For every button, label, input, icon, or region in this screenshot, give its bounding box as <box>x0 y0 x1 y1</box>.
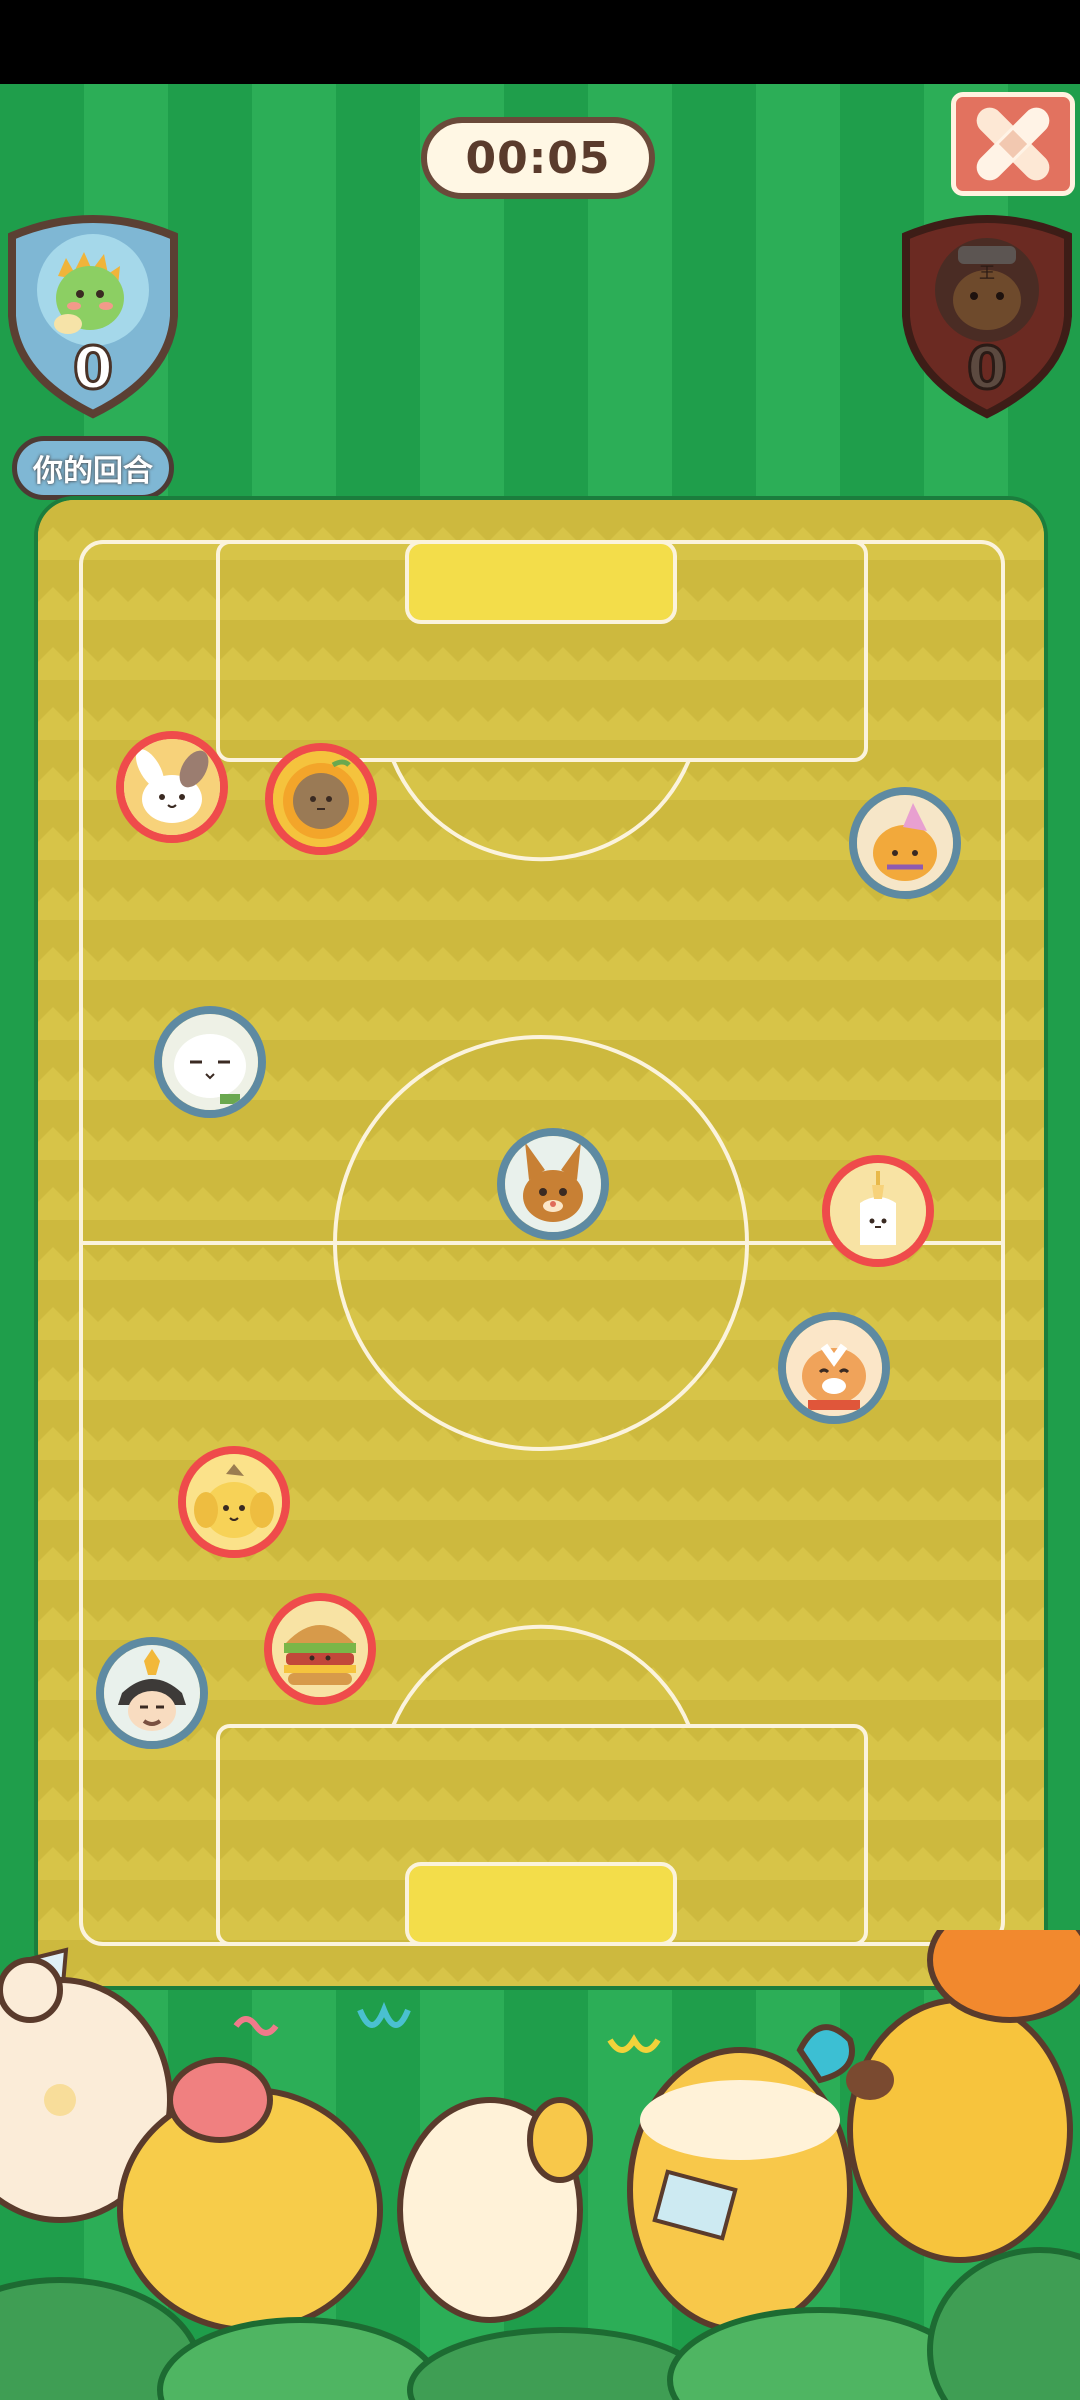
yellow-pup-icon <box>186 1454 282 1550</box>
turn-indicator: 你的回合 <box>12 436 174 500</box>
top-goal <box>405 540 677 624</box>
home-score: 0 <box>71 333 114 404</box>
bunny-jaguar-icon <box>505 1136 601 1232</box>
white-cat-icon <box>162 1014 258 1110</box>
player-token-party-bear[interactable] <box>849 787 961 899</box>
sunflower-icon <box>273 751 369 847</box>
player-token-yellow-pup[interactable] <box>178 1446 290 1558</box>
confetti-decoration <box>233 2001 661 2053</box>
party-bear-icon <box>857 795 953 891</box>
tiger-icon <box>786 1320 882 1416</box>
player-token-white-cat[interactable] <box>154 1006 266 1118</box>
bandage-close-icon <box>976 107 1050 181</box>
player-token-bunny-jaguar[interactable] <box>497 1128 609 1240</box>
away-score: 0 <box>965 333 1008 404</box>
burger-icon <box>272 1601 368 1697</box>
svg-text:王: 王 <box>979 263 995 282</box>
player-token-tiger[interactable] <box>778 1312 890 1424</box>
player-token-samurai[interactable] <box>96 1637 208 1749</box>
status-bar <box>0 0 1080 84</box>
cheering-crowd <box>0 1930 1080 2400</box>
dark-bear-avatar-icon: 王 <box>953 246 1021 330</box>
bird-spectator <box>627 2024 855 2333</box>
samurai-icon <box>104 1645 200 1741</box>
away-team-shield: 王 0 <box>894 206 1080 422</box>
duck-spectator <box>397 2097 593 2323</box>
glue-bottle-icon <box>830 1163 926 1259</box>
player-token-sunflower[interactable] <box>265 743 377 855</box>
exit-button[interactable] <box>951 92 1075 196</box>
dog-with-hat-spectator <box>846 1930 1080 2263</box>
player-token-glue-bottle[interactable] <box>822 1155 934 1267</box>
player-token-burger[interactable] <box>264 1593 376 1705</box>
player-token-bunny[interactable] <box>116 731 228 843</box>
bunny-icon <box>124 739 220 835</box>
match-timer: 00:05 <box>421 117 655 199</box>
home-team-shield: 0 <box>0 206 186 422</box>
